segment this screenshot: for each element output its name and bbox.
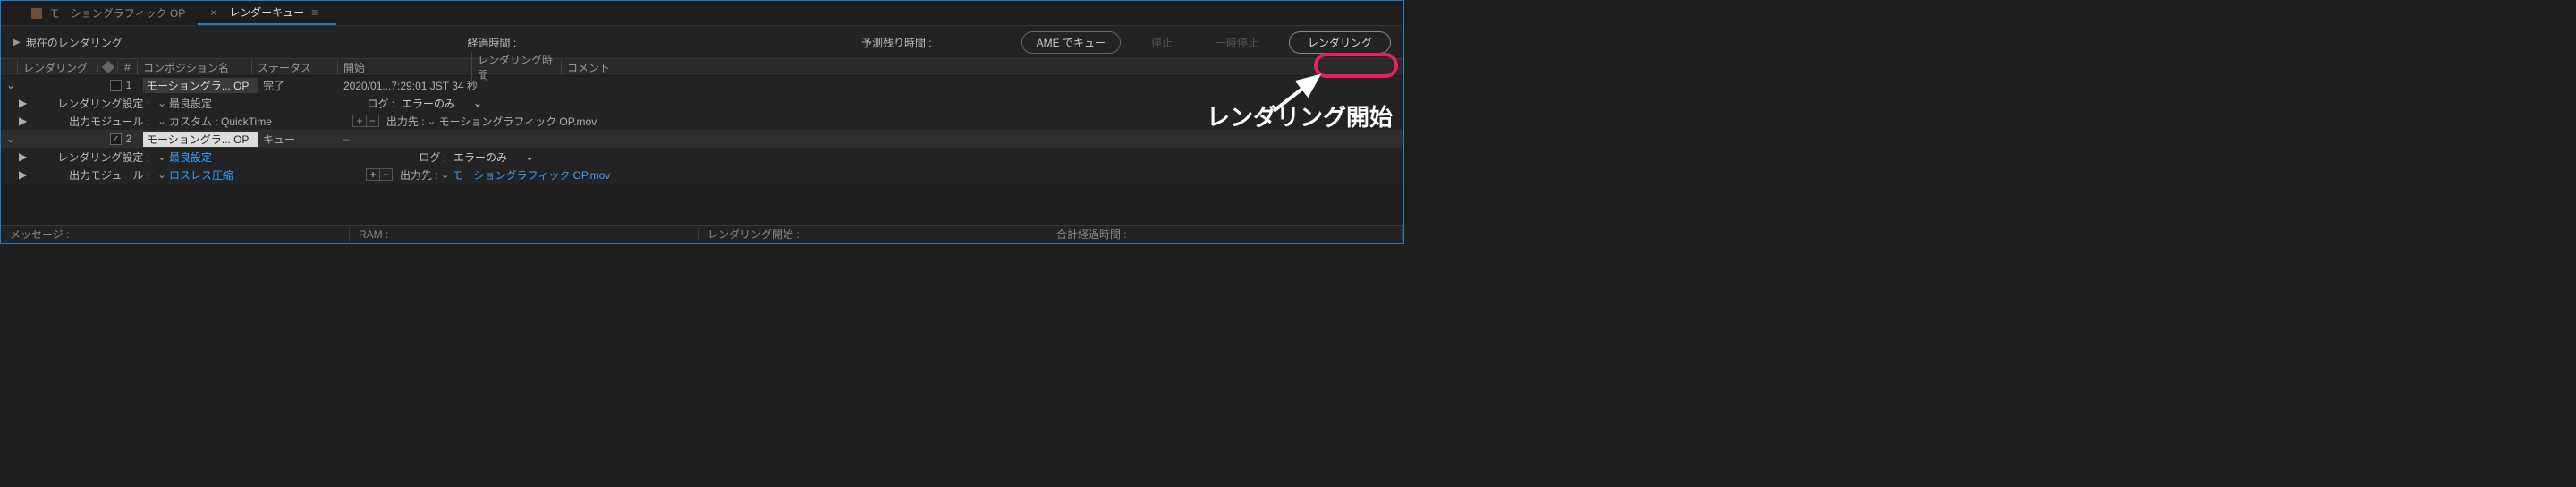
item-number: 2 [122,132,136,145]
output-to-label: 出力先 : [386,114,425,129]
tag-icon [101,61,114,73]
item-status: キュー [258,132,343,147]
header-number[interactable]: # [117,61,137,73]
chevron-down-icon[interactable]: ⌄ [155,97,169,109]
plus-icon: + [353,115,366,126]
twirl-icon[interactable]: ▶ [6,168,30,181]
output-module-value[interactable]: カスタム : QuickTime [169,114,272,129]
render-checkbox [110,80,122,91]
current-rendering-label: 現在のレンダリング [26,35,123,50]
panel-tabs: モーショングラフィック OP × レンダーキュー ≡ [1,1,1403,26]
footer-total-elapsed: 合計経過時間 : [1047,226,1403,242]
render-checkbox[interactable]: ✓ [110,133,122,145]
minus-icon: − [366,115,378,126]
chevron-down-icon: ⌄ [525,150,534,163]
render-settings-value[interactable]: 最良設定 [169,96,212,111]
tab-render-queue-label: レンダーキュー [229,4,304,20]
header-start[interactable]: 開始 [337,60,471,75]
render-button[interactable]: レンダリング [1289,31,1391,54]
header-comment[interactable]: コメント [561,60,1403,75]
item-number: 1 [122,79,136,91]
chevron-down-icon[interactable]: ⌄ [155,115,169,127]
item-status: 完了 [258,78,343,93]
twirl-icon[interactable]: ▶ [6,115,30,127]
chevron-down-icon[interactable]: ⌄ [438,168,453,181]
render-settings-label: レンダリング設定 : [30,150,155,165]
log-dropdown[interactable]: エラーのみ ⌄ [450,150,538,165]
panel-menu-icon[interactable]: ≡ [311,6,324,19]
header-tag[interactable] [97,63,117,72]
output-to-value[interactable]: モーショングラフィック OP.mov [453,167,611,183]
composition-icon [31,8,42,19]
log-dropdown[interactable]: エラーのみ ⌄ [398,96,486,111]
item-start: – [343,132,348,145]
output-module-label: 出力モジュール : [30,114,155,129]
output-to-label: 出力先 : [400,167,438,183]
footer-message: メッセージ : [1,226,350,242]
render-settings-row: ▶ レンダリング設定 : ⌄ 最良設定 ログ : エラーのみ ⌄ [1,148,1403,166]
log-label: ログ : [364,96,398,111]
log-label: ログ : [416,150,450,165]
comp-name[interactable]: モーショングラ... OP [143,132,258,147]
header-render[interactable]: レンダリング [17,60,97,75]
twirl-icon[interactable]: ▶ [6,150,30,163]
plus-icon: + [367,169,379,180]
tab-render-queue[interactable]: × レンダーキュー ≡ [198,1,336,25]
footer-render-start: レンダリング開始 : [699,226,1047,242]
queue-item[interactable]: ⌄ 1 モーショングラ... OP 完了 2020/01...7:29:01 J… [1,76,1403,94]
comp-name[interactable]: モーショングラ... OP [143,78,258,93]
output-module-value[interactable]: ロスレス圧縮 [169,167,233,183]
pause-button: 一時停止 [1203,32,1271,53]
ame-queue-button[interactable]: AME でキュー [1021,31,1121,54]
add-remove-output[interactable]: +− [366,168,393,181]
render-toolbar: ▶ 現在のレンダリング 経過時間 : 予測残り時間 : AME でキュー 停止 … [1,26,1403,58]
twirl-icon[interactable]: ▶ [6,97,30,109]
chevron-down-icon[interactable]: ⌄ [155,150,169,163]
stop-button: 停止 [1139,32,1185,53]
elapsed-time-label: 経過時間 : [468,35,517,50]
chevron-down-icon[interactable]: ⌄ [155,168,169,181]
header-status[interactable]: ステータス [251,60,337,75]
add-remove-output[interactable]: +− [352,115,379,127]
minus-icon: − [379,169,392,180]
output-module-label: 出力モジュール : [30,167,155,183]
twirl-icon[interactable]: ▶ [13,38,21,47]
render-settings-value[interactable]: 最良設定 [169,150,212,165]
status-footer: メッセージ : RAM : レンダリング開始 : 合計経過時間 : [1,225,1403,243]
render-settings-row: ▶ レンダリング設定 : ⌄ 最良設定 ログ : エラーのみ ⌄ [1,94,1403,112]
output-module-row: ▶ 出力モジュール : ⌄ ロスレス圧縮 +− 出力先 : ⌄ モーショングラフ… [1,166,1403,184]
column-headers: レンダリング # コンポジション名 ステータス 開始 レンダリング時間 コメント [1,58,1403,76]
twirl-icon[interactable]: ⌄ [6,132,17,145]
header-comp-name[interactable]: コンポジション名 [137,60,251,75]
chevron-down-icon: ⌄ [473,97,482,109]
check-icon: ✓ [112,134,119,144]
tab-composition-label: モーショングラフィック OP [49,5,185,21]
est-remain-label: 予測残り時間 : [861,35,932,50]
queue-item[interactable]: ⌄ ✓ 2 モーショングラ... OP キュー – [1,130,1403,148]
footer-ram: RAM : [350,228,699,241]
header-render-time[interactable]: レンダリング時間 [471,52,561,82]
output-module-row: ▶ 出力モジュール : ⌄ カスタム : QuickTime +− 出力先 : … [1,112,1403,130]
chevron-down-icon[interactable]: ⌄ [425,115,439,127]
item-start: 2020/01...7:29:01 JST 34 秒 [343,78,478,93]
tab-composition[interactable]: モーショングラフィック OP [19,1,198,25]
close-icon[interactable]: × [210,6,216,19]
twirl-icon[interactable]: ⌄ [6,79,17,91]
log-value: エラーのみ [453,150,507,165]
render-settings-label: レンダリング設定 : [30,96,155,111]
output-to-value[interactable]: モーショングラフィック OP.mov [439,114,597,129]
render-queue-items: ⌄ 1 モーショングラ... OP 完了 2020/01...7:29:01 J… [1,76,1403,184]
log-value: エラーのみ [402,96,455,111]
